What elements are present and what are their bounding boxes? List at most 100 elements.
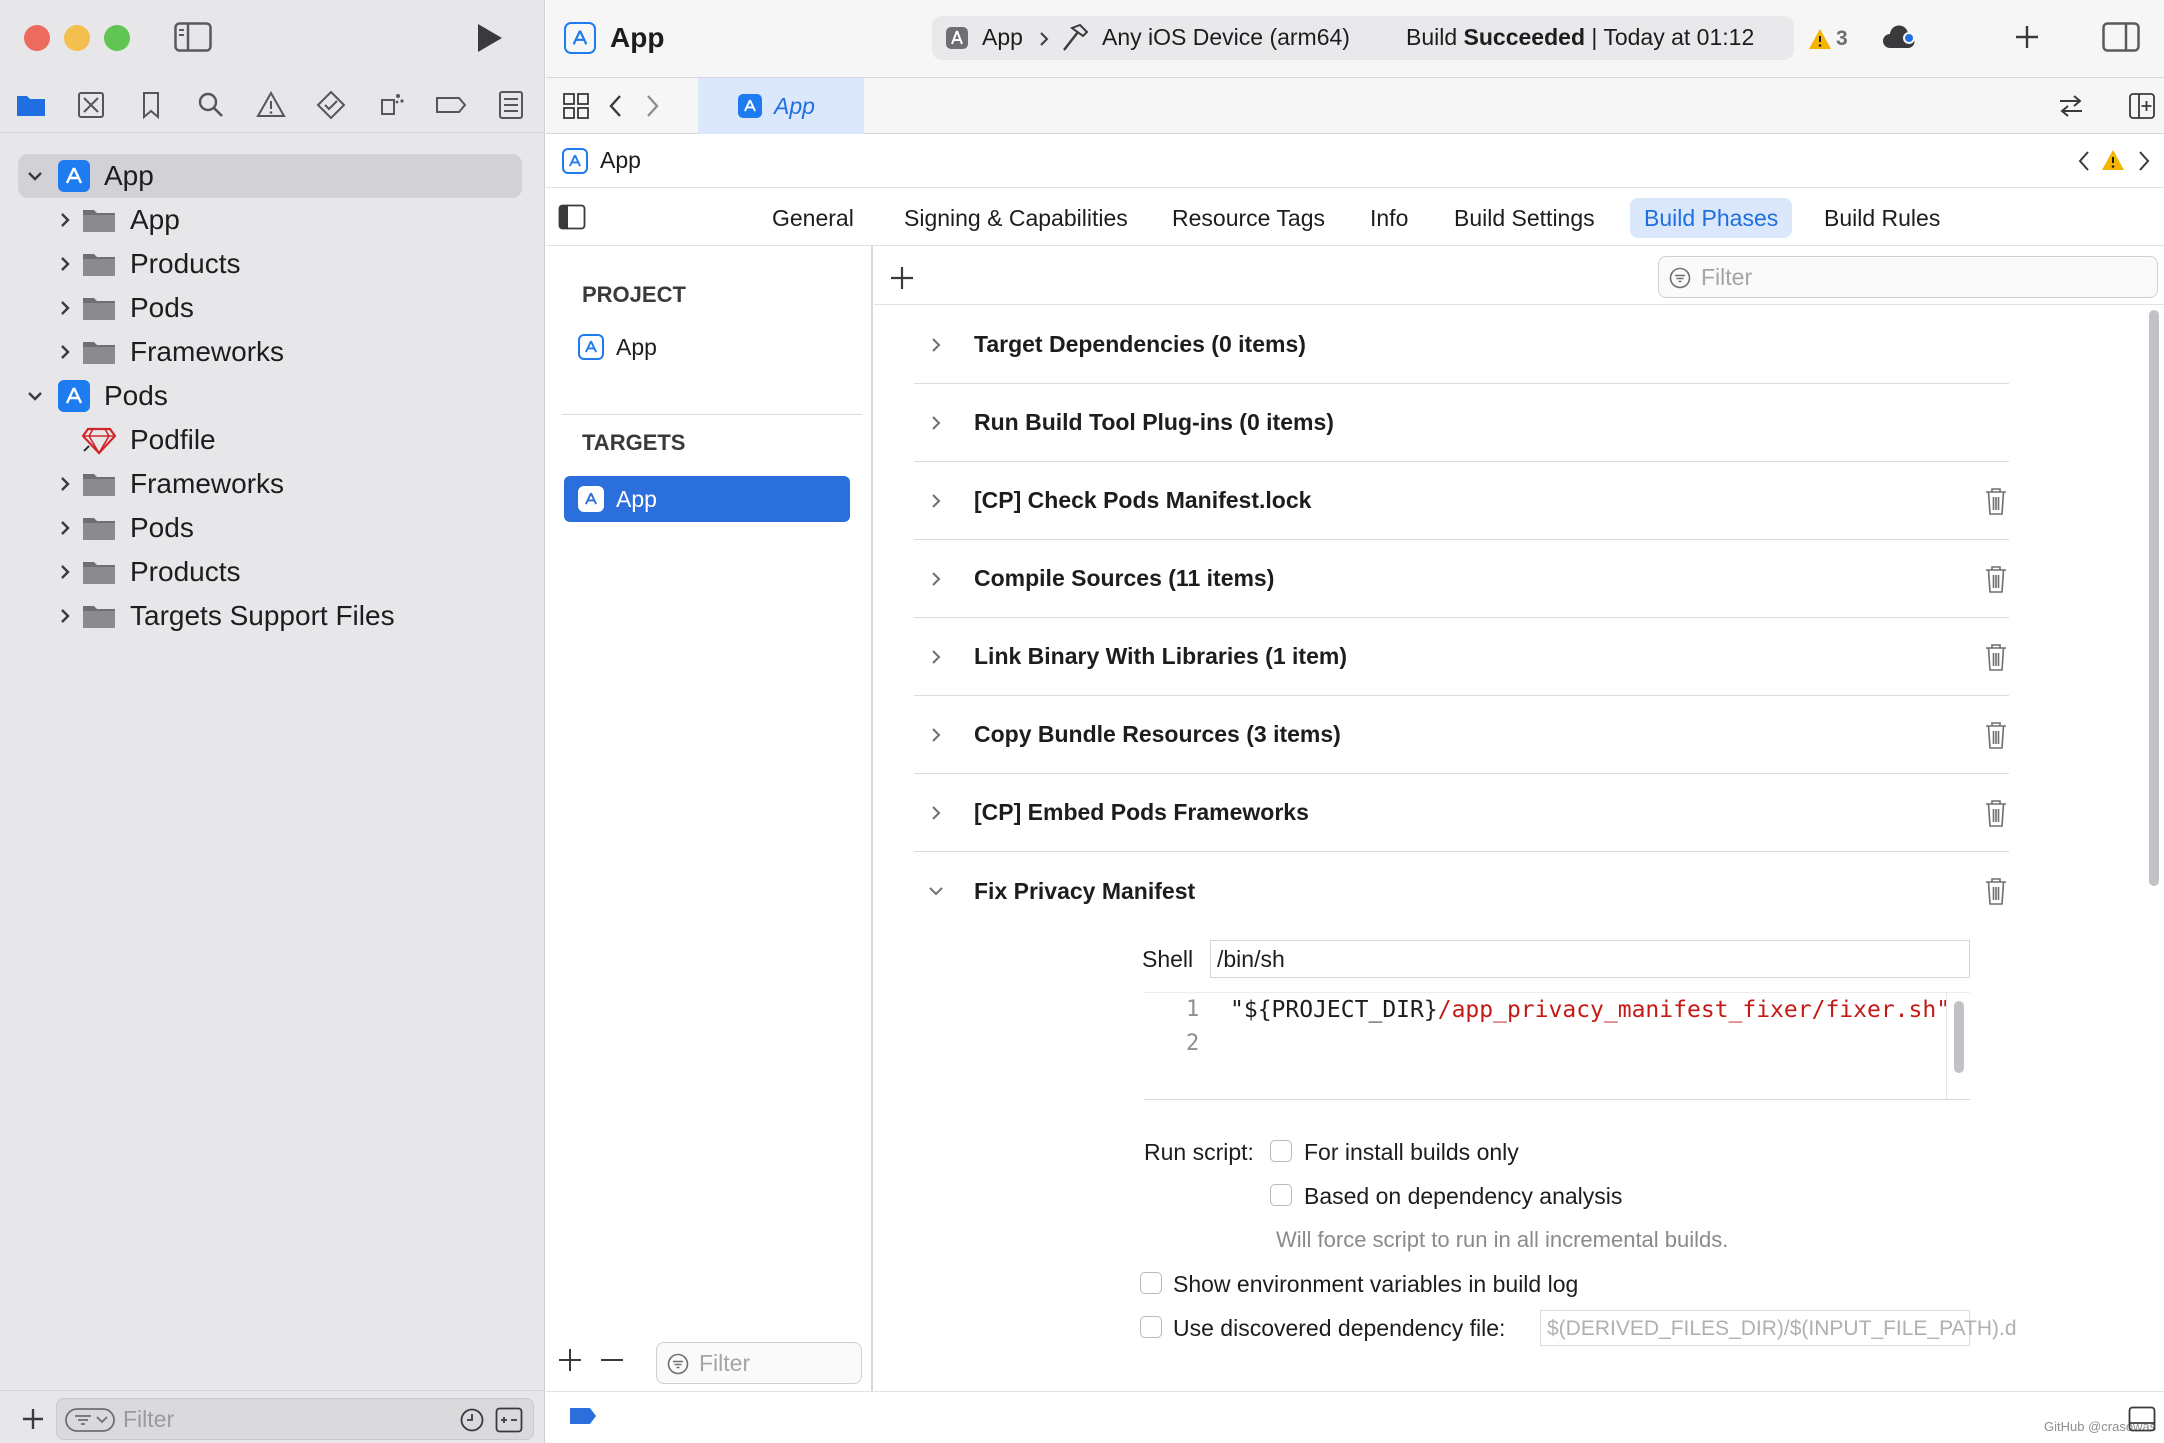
navigate-back-button[interactable] xyxy=(606,92,626,120)
toggle-navigator-icon[interactable] xyxy=(174,22,212,52)
related-items-icon[interactable] xyxy=(562,92,590,120)
add-target-button[interactable] xyxy=(556,1346,584,1374)
dependency-file-field[interactable]: $(DERIVED_FILES_DIR)/$(INPUT_FILE_PATH).… xyxy=(1540,1310,2017,1346)
script-editor[interactable]: 1 2 "${PROJECT_DIR}/app_privacy_manifest… xyxy=(1144,992,1970,1100)
tab-build-settings[interactable]: Build Settings xyxy=(1440,198,1609,238)
next-issue-button[interactable] xyxy=(2136,148,2152,174)
phase-target-dependencies[interactable]: Target Dependencies (0 items) xyxy=(914,306,2009,384)
phase-check-pods-manifest[interactable]: [CP] Check Pods Manifest.lock xyxy=(914,462,2009,540)
add-library-button[interactable] xyxy=(2012,22,2042,52)
chevron-right-icon[interactable] xyxy=(926,647,946,667)
debug-navigator-icon[interactable] xyxy=(374,88,408,122)
bookmark-navigator-icon[interactable] xyxy=(134,88,168,122)
tree-item-targets-support-files-folder[interactable]: Targets Support Files xyxy=(18,594,522,638)
tree-item-pods-project[interactable]: Pods xyxy=(18,374,522,418)
add-editor-icon[interactable] xyxy=(2128,92,2156,120)
trash-icon[interactable] xyxy=(1983,876,2009,906)
discovered-dependency-checkbox[interactable] xyxy=(1140,1316,1162,1338)
tree-item-pods-frameworks-folder[interactable]: Frameworks xyxy=(18,462,522,506)
issue-warning-icon[interactable] xyxy=(2101,149,2125,171)
chevron-right-icon[interactable] xyxy=(926,725,946,745)
previous-issue-button[interactable] xyxy=(2076,148,2092,174)
shell-field[interactable]: /bin/sh xyxy=(1210,940,1970,978)
chevron-right-icon[interactable] xyxy=(54,341,76,363)
warnings-badge[interactable]: 3 xyxy=(1808,24,1848,54)
build-phases-filter-field[interactable]: Filter xyxy=(1658,256,2158,298)
swap-editors-icon[interactable] xyxy=(2056,92,2086,120)
phase-embed-pods-frameworks[interactable]: [CP] Embed Pods Frameworks xyxy=(914,774,2009,852)
chevron-right-icon[interactable] xyxy=(54,561,76,583)
dependency-analysis-checkbox[interactable] xyxy=(1270,1184,1292,1206)
chevron-right-icon[interactable] xyxy=(926,335,946,355)
source-control-navigator-icon[interactable] xyxy=(74,88,108,122)
chevron-right-icon[interactable] xyxy=(54,253,76,275)
chevron-right-icon[interactable] xyxy=(926,803,946,823)
source-control-filter-icon[interactable] xyxy=(495,1407,523,1433)
chevron-right-icon[interactable] xyxy=(54,297,76,319)
chevron-down-icon[interactable] xyxy=(926,881,946,901)
navigate-forward-button[interactable] xyxy=(642,92,662,120)
toggle-inspector-icon[interactable] xyxy=(2102,22,2140,52)
jump-bar-item[interactable]: App xyxy=(600,147,641,174)
minimize-window-button[interactable] xyxy=(64,25,90,51)
tree-item-podfile[interactable]: Podfile xyxy=(18,418,522,462)
chevron-right-icon[interactable] xyxy=(926,569,946,589)
trash-icon[interactable] xyxy=(1983,720,2009,750)
tree-item-pods-products-folder[interactable]: Products xyxy=(18,550,522,594)
close-window-button[interactable] xyxy=(24,25,50,51)
targets-filter-field[interactable]: Filter xyxy=(656,1342,862,1384)
zoom-window-button[interactable] xyxy=(104,25,130,51)
chevron-right-icon[interactable] xyxy=(926,491,946,511)
show-env-vars-checkbox[interactable] xyxy=(1140,1272,1162,1294)
add-file-button[interactable] xyxy=(20,1406,46,1432)
remove-target-button[interactable] xyxy=(598,1346,626,1374)
chevron-right-icon[interactable] xyxy=(54,209,76,231)
tab-resource-tags[interactable]: Resource Tags xyxy=(1158,198,1339,238)
issue-navigator-icon[interactable] xyxy=(254,88,288,122)
tab-build-phases[interactable]: Build Phases xyxy=(1630,198,1793,238)
tree-item-app-folder[interactable]: App xyxy=(18,198,522,242)
phase-run-build-tool-plugins[interactable]: Run Build Tool Plug-ins (0 items) xyxy=(914,384,2009,462)
navigator-filter-field[interactable]: Filter xyxy=(56,1398,534,1440)
breakpoint-navigator-icon[interactable] xyxy=(434,88,468,122)
target-list-item-app[interactable]: App xyxy=(564,476,850,522)
phase-fix-privacy-manifest[interactable]: Fix Privacy Manifest xyxy=(914,852,2009,930)
breakpoints-toggle-icon[interactable] xyxy=(568,1406,598,1426)
phase-link-binary[interactable]: Link Binary With Libraries (1 item) xyxy=(914,618,2009,696)
chevron-right-icon[interactable] xyxy=(926,413,946,433)
tree-item-products-folder[interactable]: Products xyxy=(18,242,522,286)
phases-scrollbar[interactable] xyxy=(2144,310,2164,1390)
chevron-down-icon[interactable] xyxy=(24,165,46,187)
find-navigator-icon[interactable] xyxy=(194,88,228,122)
trash-icon[interactable] xyxy=(1983,486,2009,516)
recent-files-icon[interactable] xyxy=(459,1407,485,1433)
project-navigator-icon[interactable] xyxy=(14,88,48,122)
trash-icon[interactable] xyxy=(1983,642,2009,672)
tree-item-pods-folder[interactable]: Pods xyxy=(18,286,522,330)
toggle-targets-list-icon[interactable] xyxy=(558,204,586,230)
chevron-right-icon[interactable] xyxy=(54,473,76,495)
add-build-phase-button[interactable] xyxy=(888,264,916,292)
phase-copy-bundle-resources[interactable]: Copy Bundle Resources (3 items) xyxy=(914,696,2009,774)
tab-build-rules[interactable]: Build Rules xyxy=(1810,198,1954,238)
toggle-debug-area-icon[interactable] xyxy=(2128,1406,2156,1432)
report-navigator-icon[interactable] xyxy=(494,88,528,122)
run-button[interactable] xyxy=(474,22,504,54)
tab-signing-capabilities[interactable]: Signing & Capabilities xyxy=(890,198,1142,238)
tree-item-app-project[interactable]: App xyxy=(18,154,522,198)
trash-icon[interactable] xyxy=(1983,564,2009,594)
test-navigator-icon[interactable] xyxy=(314,88,348,122)
chevron-right-icon[interactable] xyxy=(54,517,76,539)
trash-icon[interactable] xyxy=(1983,798,2009,828)
chevron-right-icon[interactable] xyxy=(54,605,76,627)
filter-options-icon[interactable] xyxy=(65,1407,117,1433)
script-scrollbar[interactable] xyxy=(1946,993,1970,1099)
scheme-selector[interactable]: App xyxy=(982,24,1023,51)
editor-tab-app[interactable]: App xyxy=(698,78,864,134)
project-list-item[interactable]: App xyxy=(578,330,657,364)
install-builds-only-checkbox[interactable] xyxy=(1270,1140,1292,1162)
tree-item-pods-pods-folder[interactable]: Pods xyxy=(18,506,522,550)
tab-general[interactable]: General xyxy=(758,198,868,238)
destination-selector[interactable]: Any iOS Device (arm64) xyxy=(1102,24,1350,51)
tab-info[interactable]: Info xyxy=(1356,198,1422,238)
